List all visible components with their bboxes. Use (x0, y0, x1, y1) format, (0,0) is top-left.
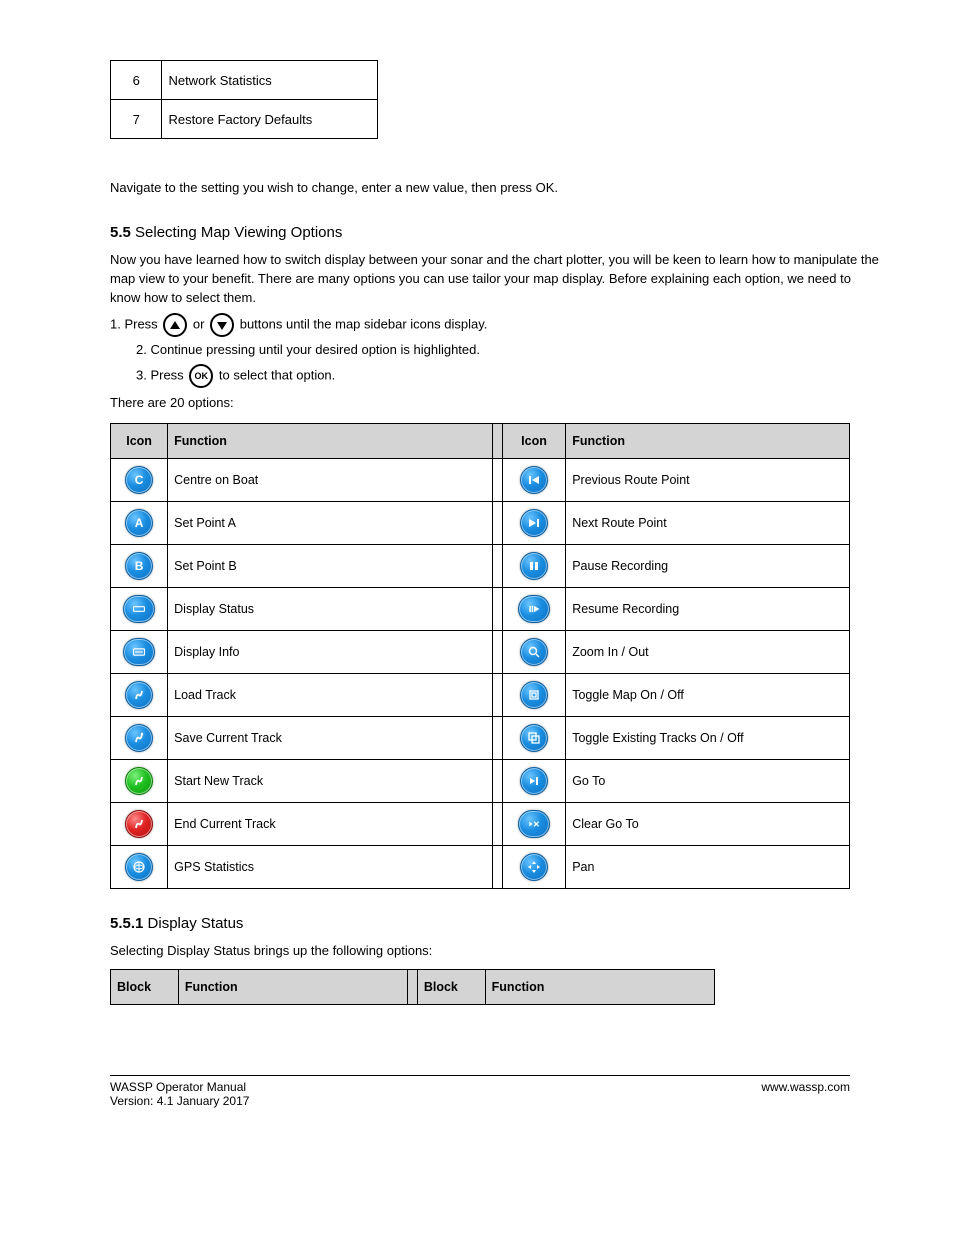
table-row: A Set Point A Next Route Point (111, 502, 850, 545)
table-row: Load Track Toggle Map On / Off (111, 674, 850, 717)
footer-left: WASSP Operator Manual (110, 1080, 246, 1094)
function-label: Clear Go To (566, 803, 850, 846)
function-label: Pan (566, 846, 850, 889)
function-label: Set Point A (168, 502, 493, 545)
col-header: Icon (111, 424, 168, 459)
col-header: Function (566, 424, 850, 459)
row-label: Network Statistics (162, 61, 378, 100)
ok-icon: OK (189, 364, 213, 388)
table-row: Display Info Zoom In / Out (111, 631, 850, 674)
col-header: Icon (502, 424, 565, 459)
section-paragraph: Now you have learned how to switch displ… (110, 251, 884, 308)
next-route-point-icon (520, 509, 548, 537)
previous-route-point-icon (520, 466, 548, 494)
function-label: Toggle Existing Tracks On / Off (566, 717, 850, 760)
end-current-track-icon (125, 810, 153, 838)
page-footer: WASSP Operator Manual www.wassp.com Vers… (110, 1075, 884, 1108)
down-arrow-icon (210, 313, 234, 337)
footer-right: www.wassp.com (761, 1080, 850, 1094)
row-number: 7 (111, 100, 162, 139)
gps-statistics-icon (125, 853, 153, 881)
table-row: 6 Network Statistics (111, 61, 378, 100)
col-header: Block (111, 969, 179, 1004)
resume-recording-icon (518, 595, 550, 623)
col-header: Function (485, 969, 714, 1004)
set-point-a-icon: A (125, 509, 153, 537)
section-heading: 5.5 Selecting Map Viewing Options (110, 224, 884, 241)
instruction-text: Navigate to the setting you wish to chan… (110, 179, 884, 198)
col-header: Block (417, 969, 485, 1004)
function-label: Zoom In / Out (566, 631, 850, 674)
function-label: End Current Track (168, 803, 493, 846)
step-2: 2. Continue pressing until your desired … (136, 341, 884, 360)
save-track-icon (125, 724, 153, 752)
table-row: C Centre on Boat Previous Route Point (111, 459, 850, 502)
function-label: Previous Route Point (566, 459, 850, 502)
table-row: B Set Point B Pause Recording (111, 545, 850, 588)
section-title: Display Status (143, 915, 243, 932)
section-number: 5.5.1 (110, 915, 143, 932)
row-label: Restore Factory Defaults (162, 100, 378, 139)
function-label: Load Track (168, 674, 493, 717)
step-3: 3. Press OK to select that option. (136, 364, 884, 388)
options-count-text: There are 20 options: (110, 394, 884, 413)
function-label: Next Route Point (566, 502, 850, 545)
table-row: 7 Restore Factory Defaults (111, 100, 378, 139)
table-row: Start New Track Go To (111, 760, 850, 803)
start-new-track-icon (125, 767, 153, 795)
centre-on-boat-icon: C (125, 466, 153, 494)
table-row: Save Current Track Toggle Existing Track… (111, 717, 850, 760)
function-label: Resume Recording (566, 588, 850, 631)
pause-recording-icon (520, 552, 548, 580)
col-header: Function (178, 969, 407, 1004)
function-label: Start New Track (168, 760, 493, 803)
row-number: 6 (111, 61, 162, 100)
col-header: Function (168, 424, 493, 459)
footer-version: Version: 4.1 January 2017 (110, 1094, 884, 1108)
section-heading: 5.5.1 Display Status (110, 915, 884, 932)
function-label: Save Current Track (168, 717, 493, 760)
function-label: Display Info (168, 631, 493, 674)
submenu-table: 6 Network Statistics 7 Restore Factory D… (110, 60, 378, 139)
go-to-icon (520, 767, 548, 795)
icons-table: Icon Function Icon Function C Centre on … (110, 423, 850, 889)
display-status-icon (123, 595, 155, 623)
function-label: Toggle Map On / Off (566, 674, 850, 717)
function-label: GPS Statistics (168, 846, 493, 889)
function-label: Set Point B (168, 545, 493, 588)
up-arrow-icon (163, 313, 187, 337)
pan-icon (520, 853, 548, 881)
table-row: Display Status Resume Recording (111, 588, 850, 631)
table-row: GPS Statistics Pan (111, 846, 850, 889)
section-paragraph: Selecting Display Status brings up the f… (110, 942, 884, 961)
function-label: Display Status (168, 588, 493, 631)
function-label: Go To (566, 760, 850, 803)
set-point-b-icon: B (125, 552, 153, 580)
status-table: Block Function Block Function (110, 969, 715, 1005)
function-label: Centre on Boat (168, 459, 493, 502)
section-number: 5.5 (110, 224, 131, 241)
display-info-icon (123, 638, 155, 666)
table-row: End Current Track Clear Go To (111, 803, 850, 846)
toggle-map-icon (520, 681, 548, 709)
section-title: Selecting Map Viewing Options (131, 224, 343, 241)
clear-go-to-icon (518, 810, 550, 838)
toggle-tracks-icon (520, 724, 548, 752)
load-track-icon (125, 681, 153, 709)
step-1: 1. Press or buttons until the map sideba… (110, 313, 884, 337)
function-label: Pause Recording (566, 545, 850, 588)
zoom-icon (520, 638, 548, 666)
